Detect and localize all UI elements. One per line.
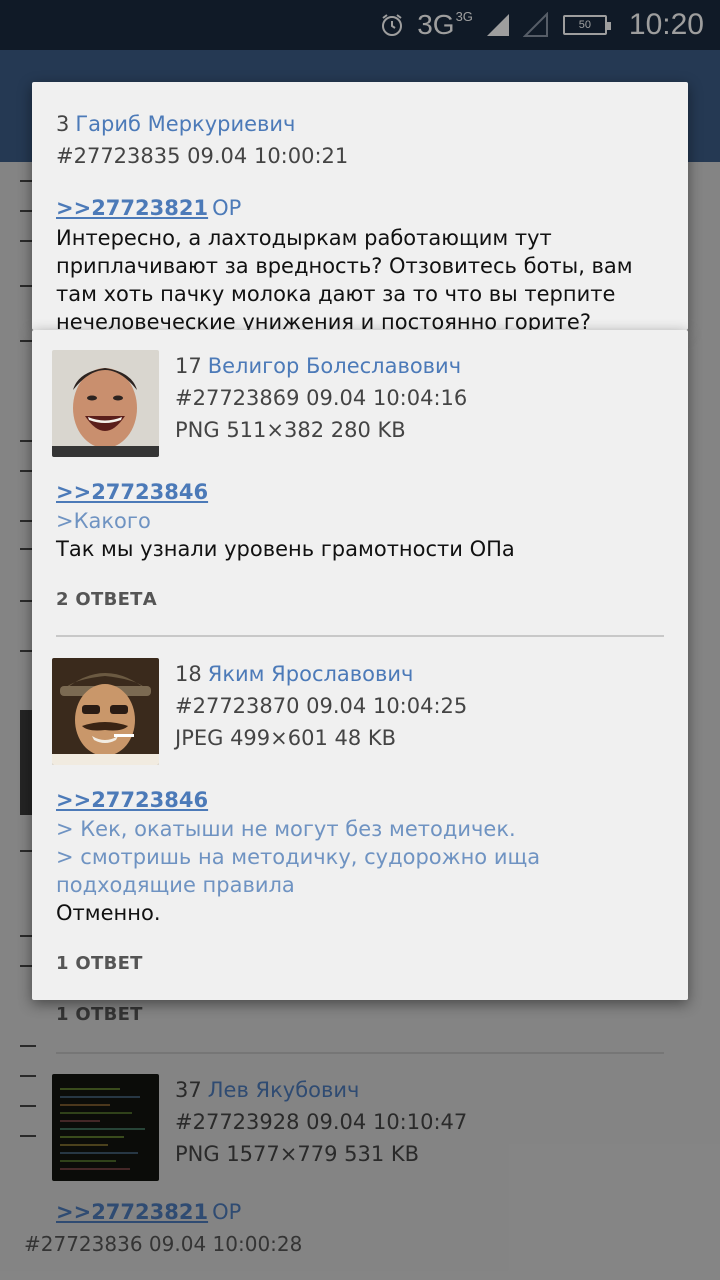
post-id-date: #27723870 09.04 10:04:25 [175,694,468,718]
quote-text: >Какого [56,509,151,533]
quote-text: > Кек, окатыши не могут без методичек. [56,817,516,841]
post-text: Интересно, а лахтодыркам работающим тут … [56,226,633,330]
quote-text: > смотришь на методичку, судорожно ища п… [56,845,541,897]
reply-post: 17 Велигор Болеславович #27723869 09.04 1… [52,350,668,610]
file-info: PNG 511×382 280 KB [175,418,406,442]
replies-popup: 17 Велигор Болеславович #27723869 09.04 1… [32,330,688,1000]
post-thumbnail[interactable] [52,658,159,765]
post-text: Отменно. [56,901,161,925]
reply-post: 18 Яким Ярославович #27723870 09.04 10:04… [52,658,668,974]
post-thumbnail[interactable] [52,350,159,457]
poster-name: Гариб Меркуриевич [75,112,296,136]
post-id-date: #27723835 09.04 10:00:21 [56,144,349,168]
replies-count[interactable]: 2 ОТВЕТА [56,589,668,610]
post-divider [56,635,664,637]
post-id-date: #27723869 09.04 10:04:16 [175,386,468,410]
post-text: Так мы узнали уровень грамотности ОПа [56,537,515,561]
post-number: 17 [175,354,202,378]
file-info: JPEG 499×601 48 KB [175,726,397,750]
post-number: 18 [175,662,202,686]
poster-name: Яким Ярославович [207,662,414,686]
replies-count[interactable]: 1 ОТВЕТ [56,953,668,974]
post-number: 3 [56,112,70,136]
op-badge: OP [212,196,242,220]
reply-link[interactable]: >>27723846 [56,477,668,507]
poster-name: Велигор Болеславович [207,354,462,378]
post-preview-popup: 3 Гариб Меркуриевич #27723835 09.04 10:00… [32,82,688,330]
reply-link[interactable]: >>27723846 [56,785,668,815]
reply-link[interactable]: >>27723821 [56,196,208,220]
